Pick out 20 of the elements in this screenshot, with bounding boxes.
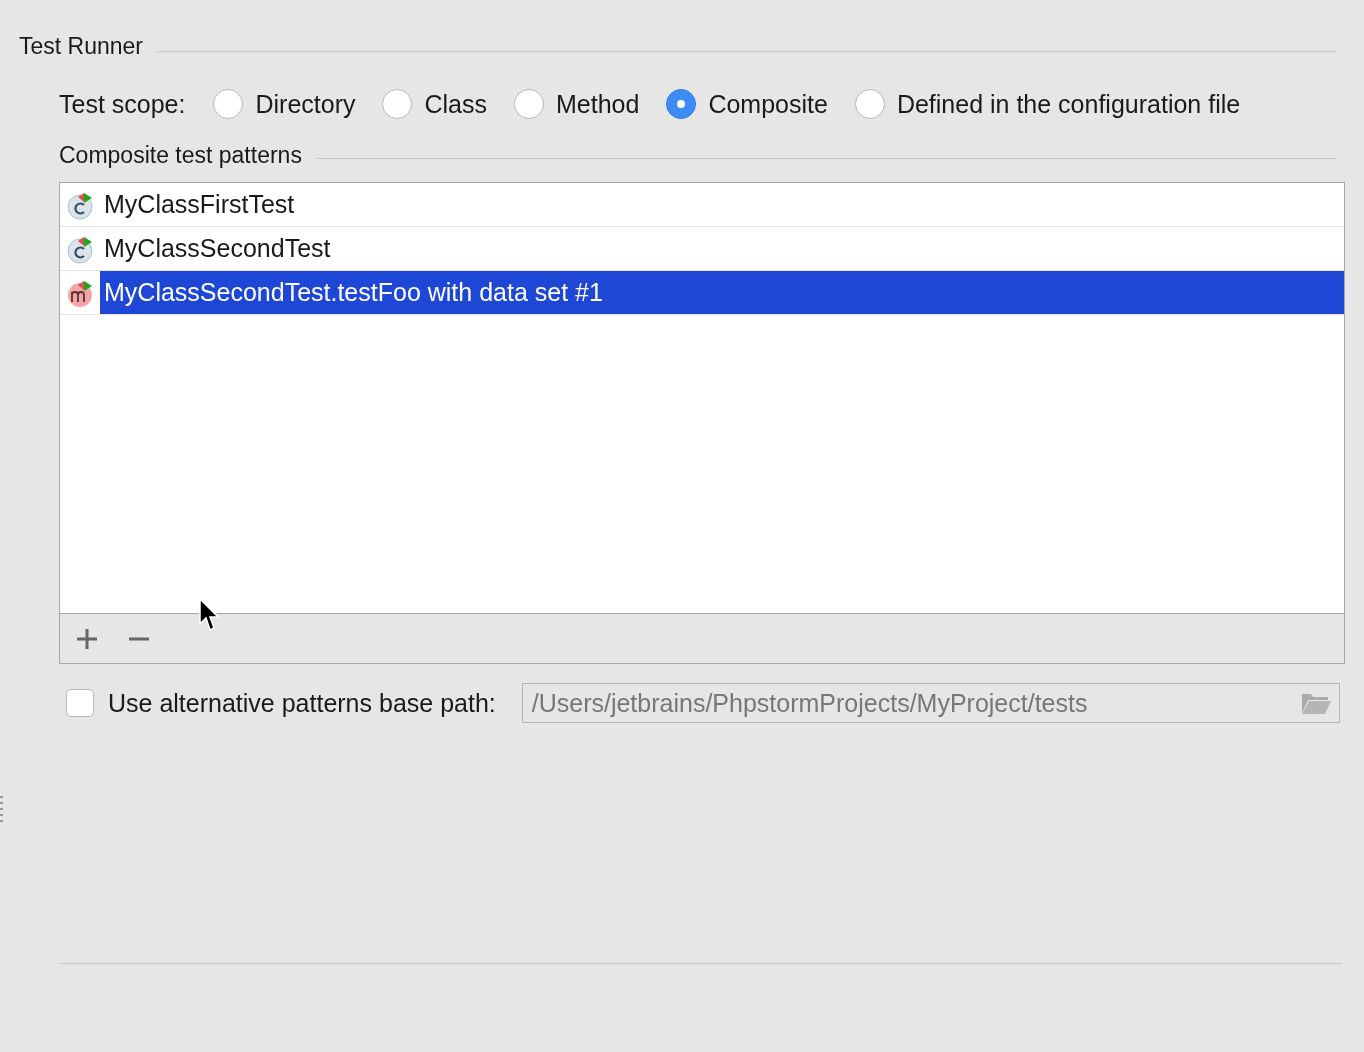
path-field[interactable]: /Users/jetbrains/PhpstormProjects/MyProject/tests [521,683,1340,723]
radio-option[interactable]: Defined in the configuration file [854,89,1241,119]
radio-circle[interactable] [213,89,244,119]
list-item[interactable]: MyClassFirstTest [60,183,1344,227]
mouse-pointer-icon [199,598,221,632]
radio-circle[interactable] [382,89,413,119]
folder-icon[interactable] [1301,691,1331,715]
radio-circle[interactable] [514,89,544,119]
radio-circle[interactable] [666,89,697,119]
checkbox[interactable] [66,689,94,717]
radio-circle[interactable] [854,89,885,119]
group-title: Composite test patterns [59,141,302,169]
radio-option[interactable]: Directory [213,89,356,119]
resize-grip-icon[interactable] [0,796,3,824]
radio-option[interactable]: Composite [666,89,828,119]
scope-label: Test scope: [59,89,186,119]
section-title: Test Runner [19,32,143,60]
radio-option[interactable]: Method [514,89,640,119]
checkbox-label: Use alternative patterns base path: [108,688,496,718]
radio-option[interactable]: Class [382,89,487,119]
